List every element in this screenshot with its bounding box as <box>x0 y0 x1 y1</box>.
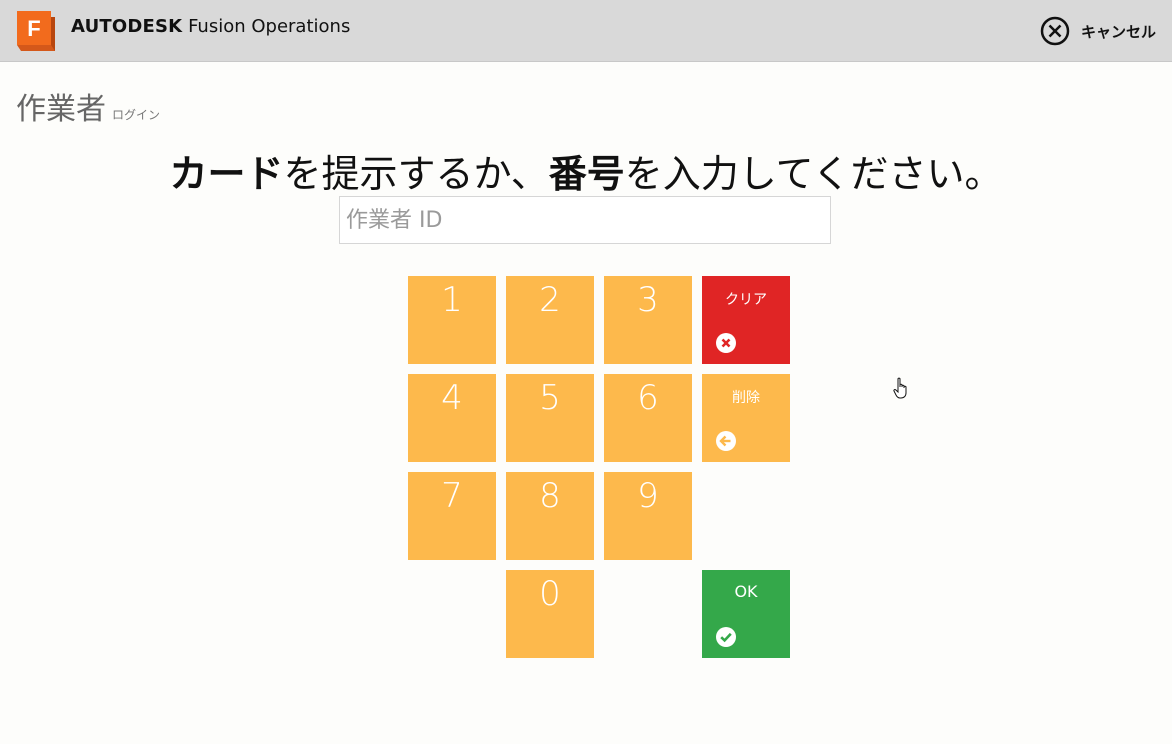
cancel-button[interactable]: キャンセル <box>1039 14 1156 48</box>
key-3[interactable]: 3 <box>604 276 692 364</box>
key-4-label: 4 <box>441 378 463 418</box>
close-circle-icon <box>1040 16 1070 46</box>
x-circle-icon <box>716 333 736 353</box>
key-2-label: 2 <box>539 280 561 320</box>
key-9-label: 9 <box>637 476 659 516</box>
key-0-label: 0 <box>539 574 561 614</box>
key-8[interactable]: 8 <box>506 472 594 560</box>
worker-id-input[interactable] <box>339 196 831 244</box>
delete-label: 削除 <box>732 390 760 406</box>
hand-cursor-icon <box>893 377 907 399</box>
delete-button[interactable]: 削除 <box>702 374 790 462</box>
check-circle-icon <box>716 627 736 647</box>
instruction-text: カードを提示するか、番号を入力してください。 <box>0 143 1172 198</box>
top-bar: F AUTODESK Fusion Operations キャンセル <box>0 0 1172 62</box>
key-1-label: 1 <box>441 280 463 320</box>
key-7[interactable]: 7 <box>408 472 496 560</box>
brand-autodesk: AUTODESK <box>71 16 183 37</box>
page-title: 作業者 ログイン <box>16 84 160 128</box>
cancel-label: キャンセル <box>1080 22 1156 41</box>
instruction-end: を入力してください。 <box>624 152 1003 196</box>
arrow-left-circle-icon <box>716 431 736 451</box>
clear-label: クリア <box>725 292 767 308</box>
key-8-label: 8 <box>539 476 561 516</box>
key-5[interactable]: 5 <box>506 374 594 462</box>
clear-button[interactable]: クリア <box>702 276 790 364</box>
brand-product: Fusion Operations <box>188 16 351 37</box>
key-4[interactable]: 4 <box>408 374 496 462</box>
instruction-card: カード <box>169 152 284 196</box>
instruction-number: 番号 <box>548 152 625 196</box>
page-title-main: 作業者 <box>16 92 106 127</box>
ok-label: OK <box>734 582 758 601</box>
key-6[interactable]: 6 <box>604 374 692 462</box>
page-title-sub: ログイン <box>112 108 161 122</box>
key-7-label: 7 <box>441 476 463 516</box>
key-2[interactable]: 2 <box>506 276 594 364</box>
key-9[interactable]: 9 <box>604 472 692 560</box>
key-3-label: 3 <box>637 280 659 320</box>
key-1[interactable]: 1 <box>408 276 496 364</box>
key-5-label: 5 <box>539 378 561 418</box>
svg-text:F: F <box>27 16 40 41</box>
key-6-label: 6 <box>637 378 659 418</box>
ok-button[interactable]: OK <box>702 570 790 658</box>
app-brand: AUTODESK Fusion Operations <box>71 16 350 37</box>
instruction-mid: を提示するか、 <box>283 152 549 196</box>
key-0[interactable]: 0 <box>506 570 594 658</box>
fusion-logo-icon: F <box>17 11 55 51</box>
